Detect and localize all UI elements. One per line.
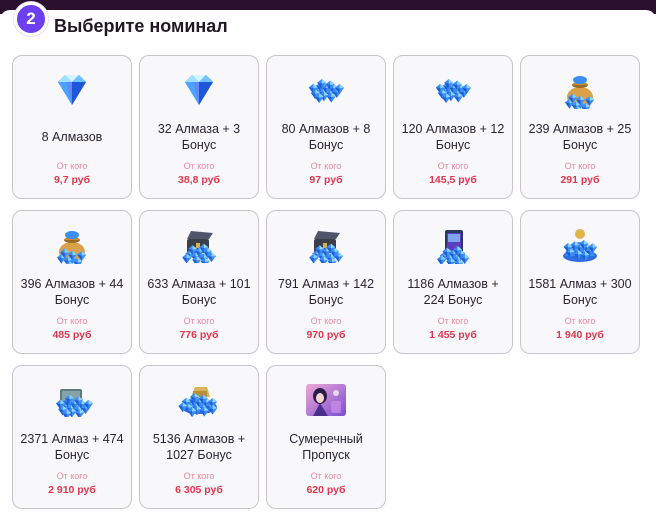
product-card-5136[interactable]: 5136 Алмазов + 1027 Бонус От кого 6 305 … xyxy=(139,365,259,509)
from-label: От кого xyxy=(56,471,88,481)
product-price: 38,8 руб xyxy=(178,174,220,186)
product-card-791[interactable]: 791 Алмаз + 142 Бонус От кого 970 руб xyxy=(266,210,386,354)
product-name: 396 Алмазов + 44 Бонус xyxy=(20,277,124,307)
product-name: 32 Алмаза + 3 Бонус xyxy=(157,122,241,152)
product-name: 120 Алмазов + 12 Бонус xyxy=(401,122,505,152)
product-price: 97 руб xyxy=(309,174,343,186)
from-label: От кого xyxy=(437,161,469,171)
product-price: 9,7 руб xyxy=(53,174,91,186)
from-label: От кого xyxy=(564,161,596,171)
from-label: От кого xyxy=(310,471,342,481)
product-name: 633 Алмаза + 101 Бонус xyxy=(147,277,251,307)
diamond-crate-icon xyxy=(431,225,475,265)
product-price: 291 руб xyxy=(560,174,600,186)
product-price: 2 910 руб xyxy=(48,484,96,496)
from-label: От кого xyxy=(310,316,342,326)
product-name: 791 Алмаз + 142 Бонус xyxy=(277,277,375,307)
product-card-1186[interactable]: 1186 Алмазов + 224 Бонус От кого 1 455 р… xyxy=(393,210,513,354)
diamond-bag-icon xyxy=(558,70,602,110)
product-card-twilight-pass[interactable]: Сумеречный Пропуск От кого 620 руб xyxy=(266,365,386,509)
product-card-633[interactable]: 633 Алмаза + 101 Бонус От кого 776 руб xyxy=(139,210,259,354)
from-label: От кого xyxy=(183,471,215,481)
diamond-bag-icon xyxy=(50,225,94,265)
diamond-chest-icon xyxy=(177,225,221,265)
product-card-239[interactable]: 239 Алмазов + 25 Бонус От кого 291 руб xyxy=(520,55,640,199)
product-price: 620 руб xyxy=(306,484,346,496)
from-label: От кого xyxy=(183,316,215,326)
diamond-hoard-icon xyxy=(177,380,221,420)
product-name: 1581 Алмаз + 300 Бонус xyxy=(528,277,632,307)
product-card-80[interactable]: 80 Алмазов + 8 Бонус От кого 97 руб xyxy=(266,55,386,199)
diamond-icon xyxy=(50,70,94,110)
product-name: 239 Алмазов + 25 Бонус xyxy=(528,122,632,152)
diamond-pile-icon xyxy=(431,70,475,110)
from-label: От кого xyxy=(56,316,88,326)
product-name: 5136 Алмазов + 1027 Бонус xyxy=(152,432,246,462)
from-label: От кого xyxy=(437,316,469,326)
diamond-cart-icon xyxy=(50,380,94,420)
diamond-icon xyxy=(177,70,221,110)
product-card-8[interactable]: 8 Алмазов От кого 9,7 руб xyxy=(12,55,132,199)
from-label: От кого xyxy=(183,161,215,171)
product-name: Сумеречный Пропуск xyxy=(289,432,363,462)
product-name: 2371 Алмаз + 474 Бонус xyxy=(20,432,124,462)
product-price: 776 руб xyxy=(179,329,219,341)
section-title: Выберите номинал xyxy=(54,16,228,36)
diamond-pile-icon xyxy=(304,70,348,110)
product-card-2371[interactable]: 2371 Алмаз + 474 Бонус От кого 2 910 руб xyxy=(12,365,132,509)
step-badge: 2 xyxy=(14,2,48,36)
diamond-mound-icon xyxy=(558,225,602,265)
product-card-32[interactable]: 32 Алмаза + 3 Бонус От кого 38,8 руб xyxy=(139,55,259,199)
product-price: 1 455 руб xyxy=(429,329,477,341)
product-price: 970 руб xyxy=(306,329,346,341)
product-name: 1186 Алмазов + 224 Бонус xyxy=(407,277,499,307)
from-label: От кого xyxy=(56,161,88,171)
product-name: 80 Алмазов + 8 Бонус xyxy=(281,122,371,152)
diamond-chest-icon xyxy=(304,225,348,265)
denomination-grid: 8 Алмазов От кого 9,7 руб 32 Алмаза + 3 … xyxy=(12,55,640,509)
product-name: 8 Алмазов xyxy=(41,130,103,144)
from-label: От кого xyxy=(310,161,342,171)
product-price: 6 305 руб xyxy=(175,484,223,496)
from-label: От кого xyxy=(564,316,596,326)
product-card-120[interactable]: 120 Алмазов + 12 Бонус От кого 145,5 руб xyxy=(393,55,513,199)
product-card-1581[interactable]: 1581 Алмаз + 300 Бонус От кого 1 940 руб xyxy=(520,210,640,354)
product-price: 145,5 руб xyxy=(429,174,477,186)
product-price: 1 940 руб xyxy=(556,329,604,341)
product-card-396[interactable]: 396 Алмазов + 44 Бонус От кого 485 руб xyxy=(12,210,132,354)
product-price: 485 руб xyxy=(52,329,92,341)
twilight-pass-icon xyxy=(304,380,348,420)
